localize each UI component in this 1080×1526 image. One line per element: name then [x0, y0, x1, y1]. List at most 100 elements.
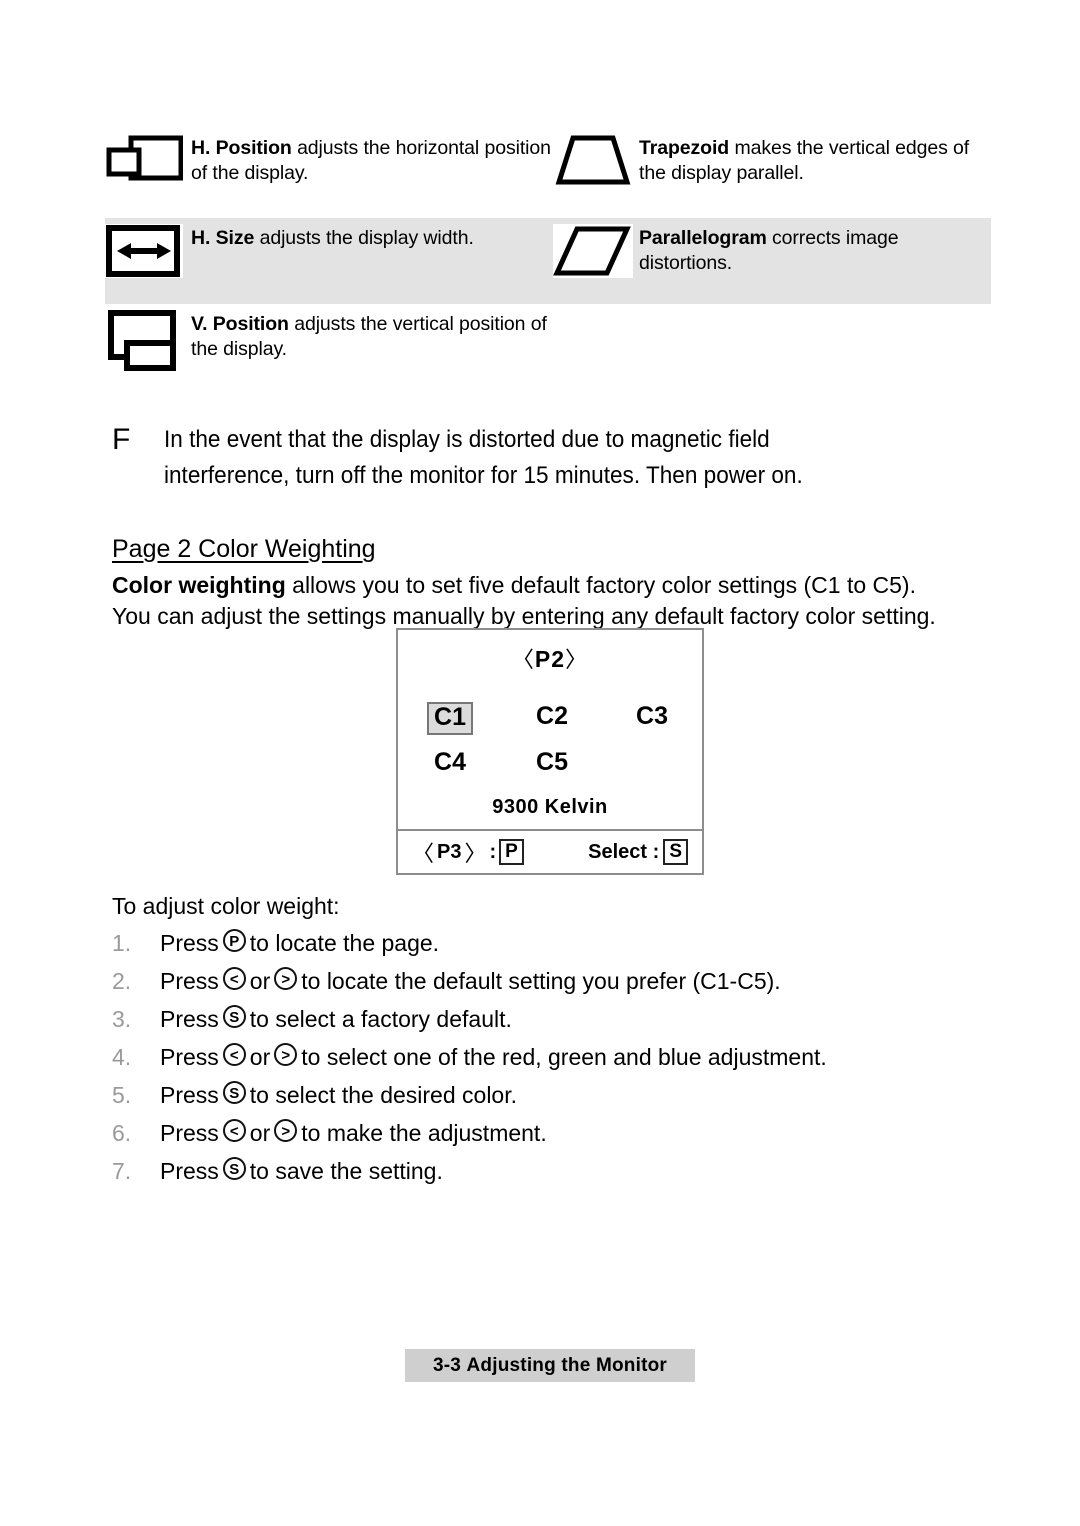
chevron-left-icon: 〈: [412, 841, 435, 866]
osd-preset-c3[interactable]: C3: [602, 702, 702, 735]
step-text: Press < or > to locate the default setti…: [160, 967, 781, 995]
list-item: 2. Press < or > to locate the default se…: [112, 967, 992, 1006]
list-item: 5. Press S to select the desired color.: [112, 1081, 992, 1120]
table-row: V. Position adjusts the vertical positio…: [105, 304, 991, 386]
step-post: to select a factory default.: [249, 1006, 512, 1032]
page-footer: 3-3 Adjusting the Monitor: [405, 1349, 695, 1382]
chevron-right-icon: 〉: [464, 841, 487, 866]
paragraph-line-1: Color weighting allows you to set five d…: [112, 570, 992, 601]
step-post: to make the adjustment.: [301, 1120, 547, 1146]
feature-cell-h-size: H. Size adjusts the display width.: [105, 218, 553, 304]
osd-footer-left[interactable]: 〈 P3 〉: P: [398, 836, 524, 868]
feature-cell-parallelogram: Parallelogram corrects image distortions…: [553, 218, 991, 304]
button-left-icon[interactable]: <: [222, 1043, 246, 1066]
step-pre: Press: [160, 968, 219, 994]
step-text: Press P to locate the page.: [160, 929, 440, 957]
osd-preset-c1-label: C1: [427, 702, 473, 735]
step-number: 5.: [112, 1082, 132, 1108]
osd-title-text: P2: [534, 646, 566, 672]
list-item: 6. Press < or > to make the adjustment.: [112, 1119, 992, 1158]
step-pre: Press: [160, 1158, 219, 1184]
section-heading: Page 2 Color Weighting: [112, 535, 376, 563]
step-joiner: or: [249, 1044, 271, 1070]
step-number: 4.: [112, 1044, 132, 1070]
table-row: H. Size adjusts the display width. Paral…: [105, 218, 991, 304]
note-line-2: interference, turn off the monitor for 1…: [164, 462, 803, 489]
step-post: to save the setting.: [249, 1158, 443, 1184]
note-text: In the event that the display is distort…: [164, 422, 940, 494]
feature-cell-v-position: V. Position adjusts the vertical positio…: [105, 304, 553, 386]
manual-page: H. Position adjusts the horizontal posit…: [0, 0, 1080, 1526]
chevron-right-icon: 〉: [565, 647, 589, 672]
osd-preset-c5[interactable]: C5: [502, 748, 602, 777]
osd-kelvin-value: 9300 Kelvin: [492, 796, 608, 818]
feature-text: H. Position adjusts the horizontal posit…: [191, 128, 553, 186]
button-left-icon[interactable]: <: [222, 967, 246, 990]
feature-text: H. Size adjusts the display width.: [191, 218, 474, 251]
feature-cell-h-position: H. Position adjusts the horizontal posit…: [105, 128, 553, 218]
note-symbol-icon: F: [112, 423, 131, 456]
osd-footer-sep: :: [489, 840, 497, 863]
table-row: H. Position adjusts the horizontal posit…: [105, 128, 991, 218]
step-number: 6.: [112, 1120, 132, 1146]
step-post: to select one of the red, green and blue…: [301, 1044, 827, 1070]
osd-page-title: 〈P2〉: [398, 642, 702, 674]
step-pre: Press: [160, 1082, 219, 1108]
list-item: 4. Press < or > to select one of the red…: [112, 1043, 992, 1082]
button-s-icon[interactable]: S: [222, 1157, 246, 1180]
button-left-icon[interactable]: <: [222, 1119, 246, 1142]
step-number: 1.: [112, 930, 132, 956]
feature-title: V. Position: [191, 313, 289, 335]
step-pre: Press: [160, 1006, 219, 1032]
osd-footer-right[interactable]: Select : S: [588, 839, 702, 865]
button-right-icon[interactable]: >: [274, 967, 298, 990]
osd-preset-row-2: C4 C5: [398, 748, 702, 777]
step-number: 2.: [112, 968, 132, 994]
feature-text: V. Position adjusts the vertical positio…: [191, 304, 553, 362]
step-number: 3.: [112, 1006, 132, 1032]
step-post: to locate the default setting you prefer…: [301, 968, 781, 994]
feature-text: Parallelogram corrects image distortions…: [639, 218, 991, 276]
osd-preset-c1[interactable]: C1: [398, 702, 502, 735]
feature-title: Trapezoid: [639, 137, 730, 159]
step-joiner: or: [249, 968, 271, 994]
osd-next-page-label: P3: [437, 840, 462, 863]
h-position-icon: [105, 128, 191, 190]
osd-footer: 〈 P3 〉: P Select : S: [398, 829, 702, 873]
chevron-left-icon: 〈: [511, 647, 535, 672]
feature-title: H. Size: [191, 227, 255, 249]
trapezoid-icon: [553, 128, 639, 190]
osd-preset-c4[interactable]: C4: [398, 748, 502, 777]
osd-preset-spacer: [602, 748, 702, 777]
osd-key-p[interactable]: P: [499, 839, 524, 865]
list-item: 1. Press P to locate the page.: [112, 929, 992, 968]
step-pre: Press: [160, 1120, 219, 1146]
osd-preset-row-1: C1 C2 C3: [398, 702, 702, 735]
button-s-icon[interactable]: S: [222, 1005, 246, 1028]
step-text: Press < or > to select one of the red, g…: [160, 1043, 827, 1071]
step-number: 7.: [112, 1158, 132, 1184]
list-item: 3. Press S to select a factory default.: [112, 1005, 992, 1044]
button-s-icon[interactable]: S: [222, 1081, 246, 1104]
step-text: Press S to select a factory default.: [160, 1005, 512, 1033]
step-text: Press S to select the desired color.: [160, 1081, 517, 1109]
step-post: to locate the page.: [249, 930, 440, 956]
osd-preset-c2[interactable]: C2: [502, 702, 602, 735]
feature-table: H. Position adjusts the horizontal posit…: [105, 128, 991, 386]
note-block: F In the event that the display is disto…: [112, 422, 990, 494]
footer-title: Adjusting the Monitor: [466, 1354, 668, 1376]
button-right-icon[interactable]: >: [274, 1119, 298, 1142]
button-p-icon[interactable]: P: [222, 929, 246, 952]
feature-text: Trapezoid makes the vertical edges of th…: [639, 128, 991, 186]
parallelogram-icon: [553, 218, 639, 278]
feature-title: H. Position: [191, 137, 292, 159]
list-item: 7. Press S to save the setting.: [112, 1157, 992, 1196]
button-right-icon[interactable]: >: [274, 1043, 298, 1066]
osd-key-s[interactable]: S: [663, 839, 688, 865]
osd-menu: 〈P2〉 C1 C2 C3 C4 C5 9300 Kelvin 〈 P3 〉: P …: [396, 628, 704, 875]
h-size-icon: [105, 218, 191, 278]
paragraph-rest: allows you to set five default factory c…: [285, 572, 916, 598]
step-pre: Press: [160, 1044, 219, 1070]
note-line-1: In the event that the display is distort…: [164, 426, 770, 453]
footer-page-number: 3-3: [432, 1354, 462, 1376]
